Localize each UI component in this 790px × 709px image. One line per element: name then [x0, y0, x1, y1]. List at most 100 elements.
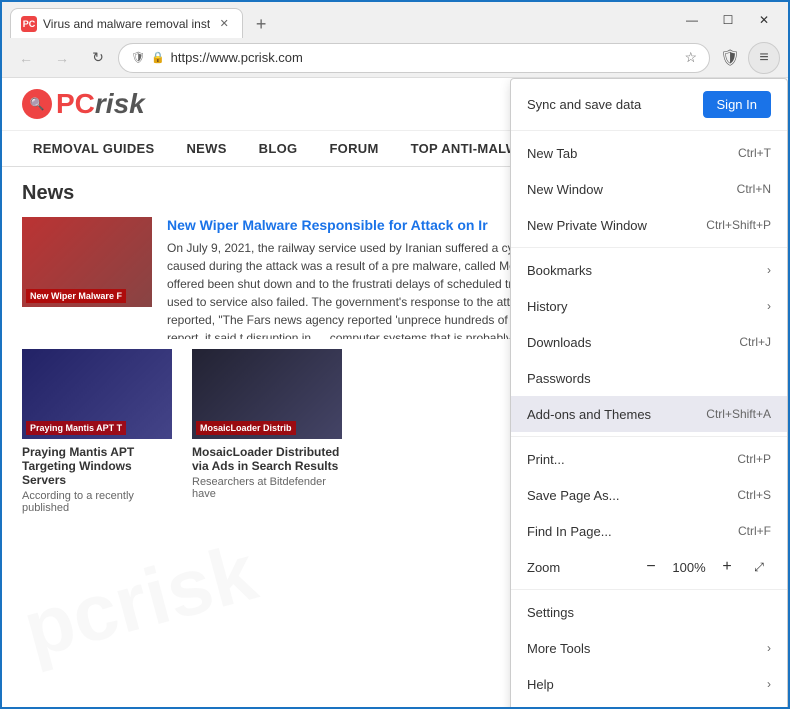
shield-button[interactable]: 🛡 [714, 42, 746, 74]
card-text-1: According to a recently published [22, 490, 172, 514]
menu-item-more-tools-label: More Tools [527, 641, 767, 656]
logo-text: PCrisk [56, 88, 145, 120]
card-text-2: Researchers at Bitdefender have [192, 476, 342, 500]
menu-item-more-tools[interactable]: More Tools › [511, 630, 787, 666]
menu-zoom-label: Zoom [527, 560, 560, 575]
menu-item-help-label: Help [527, 677, 767, 692]
zoom-fullscreen-button[interactable]: ⤢ [747, 555, 771, 579]
menu-item-new-private-window-label: New Private Window [527, 218, 706, 233]
card-title-1[interactable]: Praying Mantis APT Targeting Windows Ser… [22, 445, 172, 487]
lock-icon: 🔒 [151, 51, 165, 64]
menu-item-bookmarks-label: Bookmarks [527, 263, 767, 278]
site-logo: 🔍 PCrisk [22, 88, 145, 120]
active-tab[interactable]: PC Virus and malware removal inst ✕ [10, 8, 243, 38]
menu-item-new-window-label: New Window [527, 182, 737, 197]
tab-close-button[interactable]: ✕ [216, 16, 232, 32]
menu-item-passwords-label: Passwords [527, 371, 771, 386]
hamburger-menu-button[interactable]: ≡ [748, 42, 780, 74]
menu-sync-section: Sync and save data Sign In [511, 79, 787, 131]
security-icon: 🛡 [131, 51, 145, 64]
menu-item-settings[interactable]: Settings [511, 594, 787, 630]
menu-item-history-label: History [527, 299, 767, 314]
more-tools-arrow-icon: › [767, 641, 771, 655]
bookmarks-arrow-icon: › [767, 263, 771, 277]
news-card-1: Praying Mantis APT T Praying Mantis APT … [22, 349, 172, 514]
new-tab-button[interactable]: + [247, 10, 275, 38]
browser-menu: Sync and save data Sign In New Tab Ctrl+… [510, 78, 788, 707]
maximize-button[interactable]: ☐ [712, 6, 744, 34]
menu-item-bookmarks[interactable]: Bookmarks › [511, 252, 787, 288]
nav-forum[interactable]: FORUM [313, 131, 394, 166]
menu-item-downloads-shortcut: Ctrl+J [739, 335, 771, 349]
menu-item-new-tab-label: New Tab [527, 146, 738, 161]
menu-section-browser: Bookmarks › History › Downloads Ctrl+J P… [511, 248, 787, 437]
url-text: https://www.pcrisk.com [171, 50, 679, 65]
menu-item-new-tab-shortcut: Ctrl+T [738, 146, 771, 160]
card-thumb-label-1: Praying Mantis APT T [26, 421, 126, 435]
menu-item-downloads-label: Downloads [527, 335, 739, 350]
menu-item-save-page-label: Save Page As... [527, 488, 737, 503]
tab-favicon: PC [21, 16, 37, 32]
news-card-2: MosaicLoader Distrib MosaicLoader Distri… [192, 349, 342, 514]
card-thumb-1: Praying Mantis APT T [22, 349, 172, 439]
menu-item-save-page[interactable]: Save Page As... Ctrl+S [511, 477, 787, 513]
menu-section-settings: Settings More Tools › Help › Exit Ctrl+S… [511, 590, 787, 707]
address-actions: 🛡 ≡ [714, 42, 780, 74]
menu-item-print-label: Print... [527, 452, 737, 467]
article-thumbnail: New Wiper Malware F [22, 217, 152, 307]
tab-title: Virus and malware removal inst [43, 17, 210, 31]
menu-item-print[interactable]: Print... Ctrl+P [511, 441, 787, 477]
back-button[interactable]: ← [10, 42, 42, 74]
nav-removal-guides[interactable]: REMOVAL GUIDES [17, 131, 170, 166]
menu-sync-text: Sync and save data [527, 97, 641, 112]
watermark: pcrisk [14, 526, 265, 676]
menu-zoom-row: Zoom − 100% + ⤢ [511, 549, 787, 585]
menu-item-addons-themes[interactable]: Add-ons and Themes Ctrl+Shift+A [511, 396, 787, 432]
card-title-2[interactable]: MosaicLoader Distributed via Ads in Sear… [192, 445, 342, 473]
refresh-button[interactable]: ↻ [82, 42, 114, 74]
forward-button[interactable]: → [46, 42, 78, 74]
menu-item-addons-shortcut: Ctrl+Shift+A [706, 407, 771, 421]
thumb-label: New Wiper Malware F [26, 289, 126, 303]
close-button[interactable]: ✕ [748, 6, 780, 34]
zoom-controls: − 100% + ⤢ [639, 555, 771, 579]
zoom-value: 100% [671, 560, 707, 575]
title-bar: PC Virus and malware removal inst ✕ + — … [2, 2, 788, 38]
menu-item-passwords[interactable]: Passwords [511, 360, 787, 396]
nav-news[interactable]: NEWS [170, 131, 242, 166]
bookmark-star-icon[interactable]: ☆ [684, 49, 697, 66]
logo-icon: 🔍 [22, 89, 52, 119]
address-bar: ← → ↻ 🛡 🔒 https://www.pcrisk.com ☆ 🛡 ≡ [2, 38, 788, 78]
history-arrow-icon: › [767, 299, 771, 313]
menu-item-help[interactable]: Help › [511, 666, 787, 702]
menu-item-new-window[interactable]: New Window Ctrl+N [511, 171, 787, 207]
help-arrow-icon: › [767, 677, 771, 691]
menu-section-page: Print... Ctrl+P Save Page As... Ctrl+S F… [511, 437, 787, 590]
menu-item-find-shortcut: Ctrl+F [738, 524, 771, 538]
tab-area: PC Virus and malware removal inst ✕ + [10, 2, 670, 38]
menu-sign-in-button[interactable]: Sign In [703, 91, 771, 118]
browser-frame: PC Virus and malware removal inst ✕ + — … [0, 0, 790, 709]
menu-item-downloads[interactable]: Downloads Ctrl+J [511, 324, 787, 360]
menu-item-new-window-shortcut: Ctrl+N [737, 182, 771, 196]
menu-item-new-private-window[interactable]: New Private Window Ctrl+Shift+P [511, 207, 787, 243]
menu-item-new-tab[interactable]: New Tab Ctrl+T [511, 135, 787, 171]
menu-item-settings-label: Settings [527, 605, 771, 620]
menu-item-find-in-page[interactable]: Find In Page... Ctrl+F [511, 513, 787, 549]
card-thumb-2: MosaicLoader Distrib [192, 349, 342, 439]
logo-pc: PC [56, 88, 95, 119]
menu-item-save-page-shortcut: Ctrl+S [737, 488, 771, 502]
page-content: 🔍 PCrisk REMOVAL GUIDES NEWS BLOG FORUM … [2, 78, 788, 707]
zoom-minus-button[interactable]: − [639, 555, 663, 579]
nav-blog[interactable]: BLOG [243, 131, 314, 166]
url-bar[interactable]: 🛡 🔒 https://www.pcrisk.com ☆ [118, 43, 710, 73]
menu-item-find-label: Find In Page... [527, 524, 738, 539]
minimize-button[interactable]: — [676, 6, 708, 34]
menu-item-history[interactable]: History › [511, 288, 787, 324]
menu-item-print-shortcut: Ctrl+P [737, 452, 771, 466]
zoom-plus-button[interactable]: + [715, 555, 739, 579]
menu-item-addons-label: Add-ons and Themes [527, 407, 706, 422]
logo-risk: risk [95, 88, 145, 119]
card-thumb-label-2: MosaicLoader Distrib [196, 421, 296, 435]
menu-item-exit[interactable]: Exit Ctrl+Shift+Q [511, 702, 787, 707]
